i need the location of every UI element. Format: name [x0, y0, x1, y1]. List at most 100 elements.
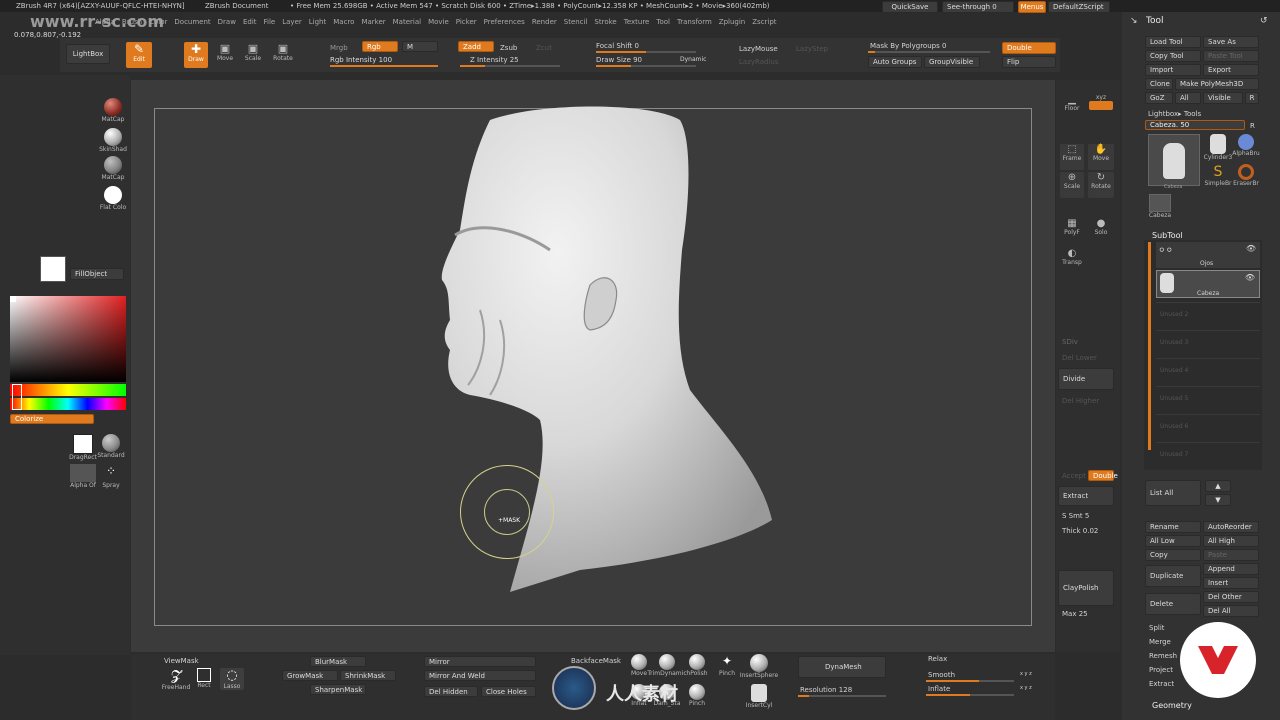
paste-tool-button[interactable]: Paste Tool: [1203, 50, 1259, 62]
claypolish-button[interactable]: ClayPolish: [1058, 570, 1114, 606]
subtool-unused-7[interactable]: Unused 7: [1156, 442, 1260, 468]
current-tool-slider[interactable]: Cabeza. 50: [1145, 120, 1245, 130]
brush-pinch-top[interactable]: ✦ Pinch: [714, 654, 740, 677]
accept-button[interactable]: Accept: [1062, 472, 1086, 480]
subtool-item-ojos[interactable]: ⚪⚪ Ojos 👁: [1156, 242, 1260, 268]
rgb-toggle[interactable]: Rgb: [362, 41, 398, 52]
load-tool-button[interactable]: Load Tool: [1145, 36, 1201, 48]
frame-button[interactable]: ⬚ Frame: [1060, 144, 1084, 170]
draw-size-track[interactable]: [596, 65, 696, 67]
lightbox-tools-link[interactable]: Lightbox▸ Tools: [1148, 110, 1201, 118]
lazyradius-slider[interactable]: LazyRadius: [739, 58, 778, 66]
goz-button[interactable]: GoZ: [1145, 92, 1173, 104]
xyz-toggle[interactable]: xyz: [1088, 94, 1114, 110]
tool-thumb-alphabrush[interactable]: AlphaBru: [1232, 134, 1260, 157]
lasso-mask-button[interactable]: ◌ Lasso: [220, 668, 244, 690]
alpha-off-slot[interactable]: Alpha Of: [68, 464, 98, 489]
ojos-visibility-icon[interactable]: 👁: [1246, 244, 1256, 253]
subtool-unused-5[interactable]: Unused 5: [1156, 386, 1260, 412]
menu-draw[interactable]: Draw: [218, 18, 236, 28]
extract-section[interactable]: Extract: [1149, 680, 1174, 688]
scale-view-button[interactable]: ⊕ Scale: [1060, 172, 1084, 198]
menu-texture[interactable]: Texture: [624, 18, 650, 28]
menu-zplugin[interactable]: Zplugin: [719, 18, 745, 28]
copy-tool-button[interactable]: Copy Tool: [1145, 50, 1201, 62]
hue-strip[interactable]: [10, 398, 126, 410]
subtool-scrollbar[interactable]: [1148, 242, 1151, 450]
autoreorder-button[interactable]: AutoReorder: [1203, 521, 1259, 533]
mask-by-polygroups-slider[interactable]: Mask By Polygroups 0: [870, 42, 946, 50]
brush-insertcyl[interactable]: InsertCyl: [744, 684, 774, 709]
menu-tool[interactable]: Tool: [656, 18, 670, 28]
dragrect-stroke[interactable]: DragRect: [68, 434, 98, 461]
matcap-gray-material[interactable]: MatCap: [98, 156, 128, 181]
del-other-button[interactable]: Del Other: [1203, 591, 1259, 603]
import-button[interactable]: Import: [1145, 64, 1201, 76]
colorize-toggle[interactable]: Colorize: [10, 414, 94, 424]
inflate-slider[interactable]: Inflate: [928, 685, 950, 693]
menu-marker[interactable]: Marker: [361, 18, 385, 28]
all-low-button[interactable]: All Low: [1145, 535, 1201, 547]
subtool-section-title[interactable]: SubTool: [1152, 231, 1183, 240]
list-all-button[interactable]: List All: [1145, 480, 1201, 506]
smooth-track[interactable]: [926, 680, 1014, 682]
extract-button[interactable]: Extract: [1058, 486, 1114, 506]
move-view-button[interactable]: ✋ Move: [1088, 144, 1114, 170]
del-lower-button[interactable]: Del Lower: [1062, 354, 1097, 362]
tool-thumb-cabeza[interactable]: [1148, 134, 1200, 186]
mirror-button[interactable]: Mirror: [424, 656, 536, 667]
viewmask-toggle[interactable]: ViewMask: [164, 657, 199, 665]
clone-button[interactable]: Clone: [1145, 78, 1173, 90]
lazymouse-toggle[interactable]: LazyMouse: [739, 45, 778, 53]
append-button[interactable]: Append: [1203, 563, 1259, 575]
standard-brush[interactable]: Standard: [96, 434, 126, 459]
floor-button[interactable]: ▁ Floor: [1060, 94, 1084, 112]
paste-button[interactable]: Paste: [1203, 549, 1259, 561]
draw-button[interactable]: ✚ Draw: [184, 42, 208, 68]
mrgb-toggle[interactable]: Mrgb: [330, 44, 348, 52]
growmask-button[interactable]: GrowMask: [282, 670, 338, 681]
menu-alpha[interactable]: Alpha: [95, 18, 115, 28]
duplicate-button[interactable]: Duplicate: [1145, 565, 1201, 587]
sdiv-slider[interactable]: SDiv: [1062, 338, 1078, 346]
freehand-mask-button[interactable]: 𝓩 FreeHand: [162, 668, 191, 691]
rotate-view-button[interactable]: ↻ Rotate: [1088, 172, 1114, 198]
move-button[interactable]: ▣ Move: [214, 42, 236, 68]
zsub-toggle[interactable]: Zsub: [500, 44, 517, 52]
save-as-button[interactable]: Save As: [1203, 36, 1259, 48]
current-tool-r[interactable]: R: [1250, 122, 1255, 130]
smooth-axis-toggle[interactable]: x y z: [1020, 671, 1032, 677]
menu-render[interactable]: Render: [532, 18, 557, 28]
auto-groups-button[interactable]: Auto Groups: [868, 56, 922, 68]
rgb-intensity-slider[interactable]: Rgb Intensity 100: [330, 56, 392, 64]
main-color-swatch[interactable]: [40, 256, 66, 282]
thick-slider[interactable]: Thick 0.02: [1062, 527, 1098, 535]
resolution-slider[interactable]: Resolution 128: [800, 686, 852, 694]
subtool-unused-4[interactable]: Unused 4: [1156, 358, 1260, 384]
mirror-and-weld-button[interactable]: Mirror And Weld: [424, 670, 536, 681]
menu-layer[interactable]: Layer: [282, 18, 302, 28]
color-picker-field[interactable]: [10, 296, 126, 382]
brush-hpolish[interactable]: hPolish: [684, 654, 710, 677]
move-up-arrow[interactable]: ▲: [1205, 480, 1231, 492]
dynamesh-button[interactable]: DynaMesh: [798, 656, 886, 678]
geometry-section[interactable]: Geometry: [1152, 701, 1192, 710]
double-toggle[interactable]: Double: [1002, 42, 1056, 54]
lightbox-button[interactable]: LightBox: [66, 44, 110, 64]
menu-stroke[interactable]: Stroke: [594, 18, 616, 28]
menu-movie[interactable]: Movie: [428, 18, 449, 28]
subtool-item-cabeza[interactable]: Cabeza 👁: [1156, 270, 1260, 298]
tool-thumb-simplebrush[interactable]: S SimpleBr: [1204, 164, 1232, 187]
zcut-toggle[interactable]: Zcut: [536, 44, 552, 52]
scale-button[interactable]: ▣ Scale: [242, 42, 264, 68]
blurmask-button[interactable]: BlurMask: [310, 656, 366, 667]
rename-button[interactable]: Rename: [1145, 521, 1201, 533]
rgb-intensity-track[interactable]: [330, 65, 438, 67]
menu-transform[interactable]: Transform: [677, 18, 712, 28]
z-intensity-track[interactable]: [460, 65, 560, 67]
edit-button[interactable]: ✎ Edit: [126, 42, 152, 68]
del-higher-button[interactable]: Del Higher: [1062, 397, 1099, 405]
tool-palette-close-icon[interactable]: ↺: [1260, 16, 1268, 26]
quicksave-button[interactable]: QuickSave: [882, 1, 938, 13]
lazystep-slider[interactable]: LazyStep: [796, 45, 828, 53]
